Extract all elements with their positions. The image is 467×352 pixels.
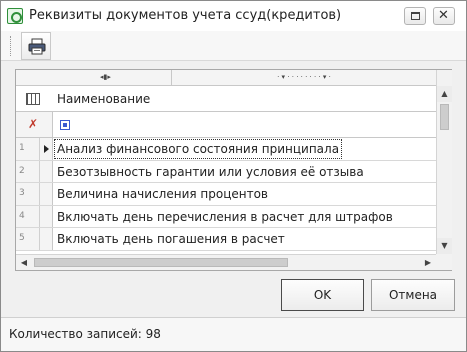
print-button[interactable] (21, 32, 51, 60)
row-indicator (40, 205, 53, 228)
column-header-row: Наименование (16, 86, 436, 112)
filter-condition-icon[interactable] (60, 120, 70, 130)
vertical-scroll-thumb[interactable] (440, 104, 449, 130)
table-row[interactable]: 1 Анализ финансового состояния принципал… (16, 138, 436, 161)
toolbar-grip[interactable] (10, 36, 12, 56)
ok-button[interactable]: OK (281, 279, 364, 311)
vertical-scrollbar[interactable]: ▲ ▼ (436, 70, 452, 254)
scroll-left-icon[interactable]: ◀ (16, 255, 32, 270)
table-row[interactable]: 3 Величина начисления процентов (16, 183, 436, 206)
records-grid: ◂▮▸ · ▾ · · · · · · · · ▾ · Наименование… (15, 69, 452, 271)
maximize-button[interactable] (404, 7, 426, 25)
row-name-cell[interactable]: Безотзывность гарантии или условия её от… (57, 165, 364, 179)
filter-indicator: ✗ (16, 112, 53, 137)
close-button[interactable]: ✕ (433, 7, 455, 25)
current-row-arrow-icon (44, 145, 49, 153)
close-icon: ✕ (438, 8, 449, 23)
row-indicator (40, 138, 53, 160)
table-row[interactable]: 4 Включать день перечисления в расчет дл… (16, 205, 436, 229)
scroll-down-icon[interactable]: ▼ (437, 238, 452, 254)
status-bar: Количество записей: 98 (1, 317, 466, 351)
row-name-cell[interactable]: Включать день перечисления в расчет для … (57, 210, 393, 224)
scroll-up-icon[interactable]: ▲ (437, 86, 452, 102)
app-icon (7, 8, 23, 24)
scrollbar-corner (436, 254, 452, 270)
row-number: 1 (16, 138, 40, 160)
cancel-button[interactable]: Отмена (371, 279, 455, 311)
maximize-icon (411, 12, 420, 20)
table-row[interactable]: 5 Включать день погашения в расчет (16, 228, 436, 251)
row-indicator (40, 160, 53, 183)
horizontal-scrollbar[interactable]: ◀ ▶ (16, 254, 436, 270)
row-number: 2 (16, 160, 40, 183)
row-indicator (40, 228, 53, 250)
row-name-cell[interactable]: Анализ финансового состояния принципала (53, 139, 343, 159)
toolbar (1, 31, 466, 61)
row-number: 3 (16, 183, 40, 205)
column-header-name[interactable]: Наименование (57, 92, 150, 106)
title-bar: Реквизиты документов учета ссуд(кредитов… (1, 1, 466, 31)
row-indicator (40, 183, 53, 205)
band-left-handle[interactable]: ◂▮▸ (40, 70, 172, 86)
row-name-cell[interactable]: Величина начисления процентов (57, 187, 268, 201)
window-title: Реквизиты документов учета ссуд(кредитов… (29, 8, 342, 23)
band-header: ◂▮▸ · ▾ · · · · · · · · ▾ · (16, 70, 436, 86)
row-name-cell[interactable]: Включать день погашения в расчет (57, 232, 285, 246)
column-chooser-icon[interactable] (26, 93, 40, 105)
scroll-right-icon[interactable]: ▶ (420, 255, 436, 270)
clear-filter-icon[interactable]: ✗ (28, 117, 38, 131)
horizontal-scroll-thumb[interactable] (34, 258, 288, 267)
dialog-window: Реквизиты документов учета ссуд(кредитов… (0, 0, 467, 352)
band-right-handle[interactable]: · ▾ · · · · · · · · ▾ · (172, 70, 436, 86)
filter-row: ✗ (16, 112, 436, 138)
printer-icon (28, 38, 46, 55)
table-row[interactable]: 2 Безотзывность гарантии или условия её … (16, 160, 436, 184)
record-count: Количество записей: 98 (9, 327, 161, 341)
grid-rows: 1 Анализ финансового состояния принципал… (16, 138, 436, 251)
row-number: 4 (16, 205, 40, 228)
row-number: 5 (16, 228, 40, 250)
